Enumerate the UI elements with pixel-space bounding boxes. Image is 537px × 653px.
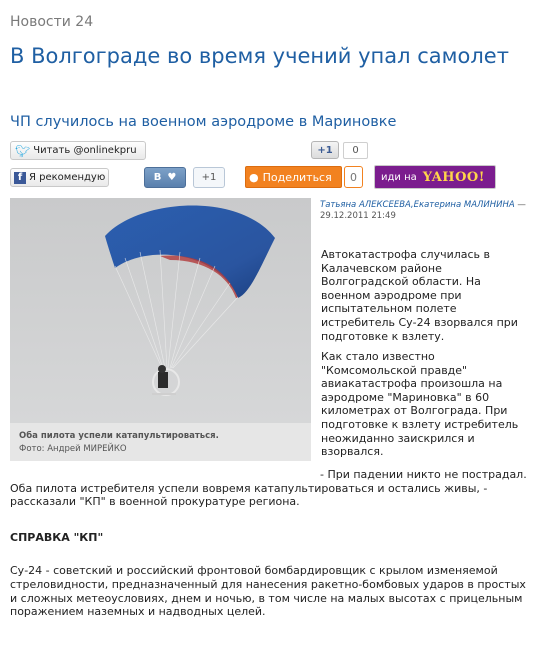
google-plus-count: 0 <box>343 142 368 159</box>
article-paragraph-3: - При падении никто не пострадал. Оба пи… <box>10 468 527 509</box>
section-label[interactable]: Новости 24 <box>10 14 93 30</box>
facebook-recommend-button[interactable]: f Я рекомендую <box>10 168 109 187</box>
reference-title: СПРАВКА "КП" <box>10 531 104 544</box>
twitter-follow-button[interactable]: 🐦︎ Читать @onlinekpru <box>10 141 146 160</box>
odnoklassniki-share-button[interactable]: ● Поделиться <box>245 166 342 188</box>
google-plus-button[interactable]: +1 <box>311 141 339 159</box>
vk-logo: B <box>153 172 162 183</box>
odnoklassniki-share-count: 0 <box>344 166 363 188</box>
article-paragraph-2: Как стало известно "Комсомольской правде… <box>321 350 519 459</box>
article-photo <box>10 198 311 423</box>
heart-icon: ♥ <box>167 172 177 183</box>
facebook-recommend-label: Я рекомендую <box>29 172 106 183</box>
byline-authors[interactable]: Татьяна АЛЕКСЕЕВА,Екатерина МАЛИНИНА <box>320 200 515 210</box>
vk-like-count: +1 <box>193 167 225 188</box>
yahoo-prefix-label: иди на <box>381 171 417 183</box>
article-headline: В Волгограде во время учений упал самоле… <box>10 44 509 68</box>
vk-like-button[interactable]: B ♥ <box>144 167 186 188</box>
reference-text: Су-24 - советский и российский фронтовой… <box>10 564 526 619</box>
article-byline: Татьяна АЛЕКСЕЕВА,Екатерина МАЛИНИНА — 2… <box>320 200 530 222</box>
odnoklassniki-share-label: Поделиться <box>262 170 332 184</box>
yahoo-share-button[interactable]: иди на YAHOO! <box>374 165 496 189</box>
article-subheadline: ЧП случилось на военном аэродроме в Мари… <box>10 114 397 130</box>
twitter-follow-label: Читать @onlinekpru <box>33 145 137 156</box>
photo-caption-box: Оба пилота успели катапультироваться. Фо… <box>10 423 311 461</box>
twitter-bird-icon: 🐦︎ <box>15 143 31 158</box>
odnoklassniki-icon: ● <box>249 170 259 184</box>
photo-caption: Оба пилота успели катапультироваться. <box>19 431 219 441</box>
yahoo-logo: YAHOO! <box>422 169 485 185</box>
facebook-icon: f <box>14 171 26 184</box>
paraglider-illustration <box>105 205 275 396</box>
photo-credit: Фото: Андрей МИРЕЙКО <box>19 444 127 454</box>
article-paragraph-1: Автокатастрофа случилась в Калачевском р… <box>321 248 518 343</box>
